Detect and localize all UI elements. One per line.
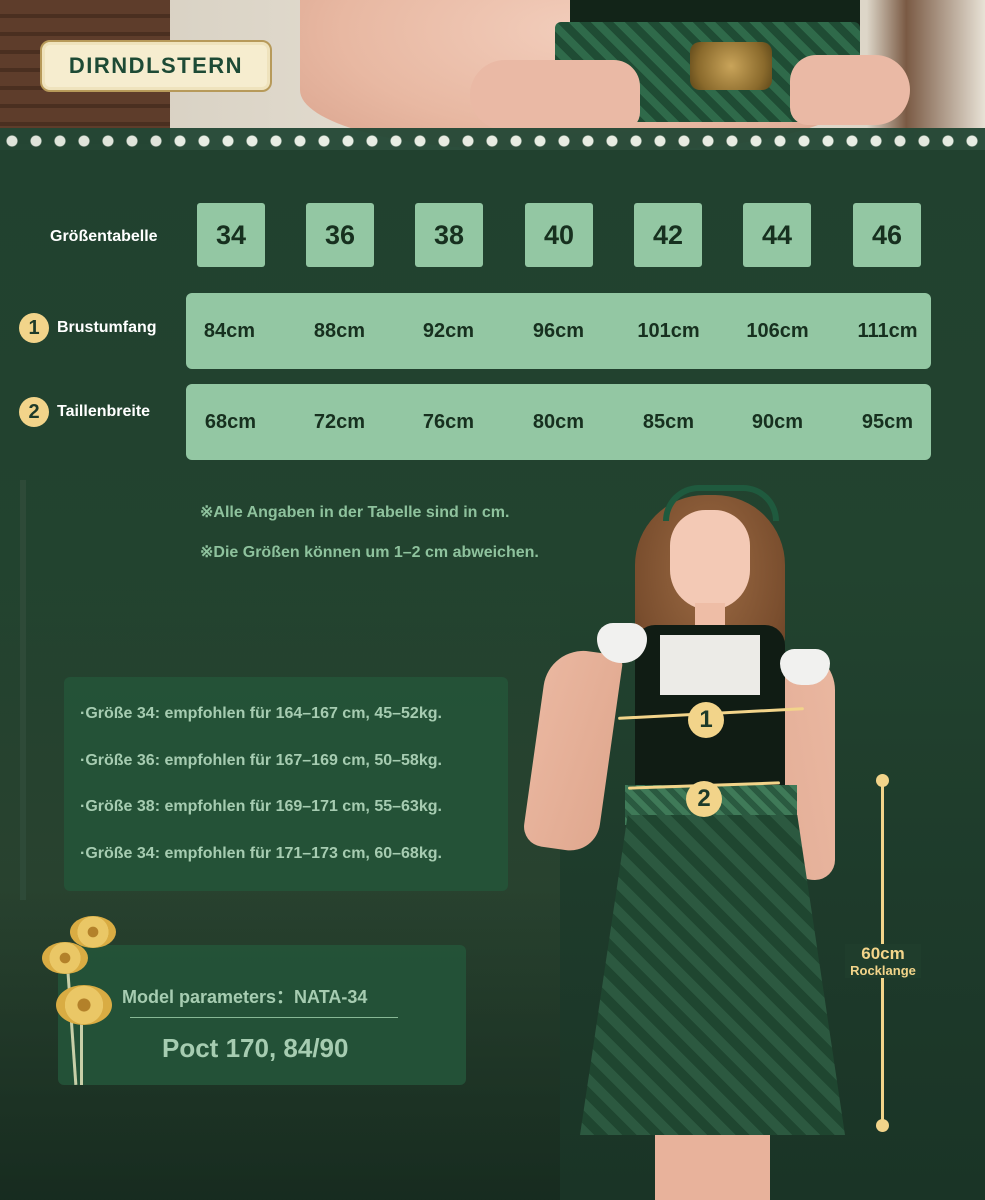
measurement-cell: 96cm — [532, 319, 585, 342]
model-figure — [521, 475, 865, 1200]
measurement-cell: 72cm — [313, 410, 366, 433]
figure-face — [670, 510, 750, 610]
figure-sleeve — [780, 649, 830, 685]
size-44: 44 — [743, 203, 811, 267]
size-recommendation-panel: ·Größe 34: empfohlen für 164–167 cm, 45–… — [64, 677, 508, 891]
figure-left-arm — [521, 645, 624, 855]
size-40: 40 — [525, 203, 593, 267]
measurement-cell: 95cm — [861, 410, 914, 433]
measurement-cell: 76cm — [422, 410, 475, 433]
measurement-cell: 68cm — [204, 410, 257, 433]
row-number-badge: 2 — [19, 397, 49, 427]
note-tolerance: ※Die Größen können um 1–2 cm abweichen. — [200, 544, 539, 561]
measurement-cell: 92cm — [422, 319, 475, 342]
measurement-cell: 88cm — [313, 319, 366, 342]
left-hand — [470, 60, 640, 130]
edelweiss-flower-icon — [70, 916, 116, 948]
measurement-cell: 101cm — [637, 319, 700, 342]
ornate-buckle — [690, 42, 772, 90]
row-label-brustumfang: 1 Brustumfang — [19, 313, 157, 343]
bust-marker-badge: 1 — [688, 702, 724, 738]
right-hand — [790, 55, 910, 125]
recommendation-line: ·Größe 34: empfohlen für 164–167 cm, 45–… — [80, 705, 442, 722]
recommendation-line: ·Größe 38: empfohlen für 169–171 cm, 55–… — [80, 798, 442, 815]
measurement-cell: 111cm — [857, 319, 918, 342]
ruler-cap-top — [876, 774, 889, 787]
measurement-row-taillenbreite: 68cm 72cm 76cm 80cm 85cm 90cm 95cm — [186, 384, 931, 460]
model-parameters-value: Poct 170, 84/90 — [162, 1033, 349, 1063]
size-38: 38 — [415, 203, 483, 267]
row-label-text: Taillenbreite — [57, 403, 151, 420]
measurement-row-brustumfang: 84cm 88cm 92cm 96cm 101cm 106cm 111cm — [186, 293, 931, 369]
brand-name: DIRNDLSTERN — [68, 53, 244, 78]
ruler-cap-bottom — [876, 1119, 889, 1132]
skirt-length-text: Rocklange — [850, 963, 916, 978]
brand-logo: DIRNDLSTERN — [40, 40, 272, 92]
figure-blouse — [660, 635, 760, 695]
figure-headband — [663, 485, 779, 521]
row-number-badge: 1 — [19, 313, 49, 343]
measurement-cell: 80cm — [532, 410, 585, 433]
measurement-cell: 84cm — [203, 319, 256, 342]
measurement-cell: 106cm — [746, 319, 809, 342]
size-46: 46 — [853, 203, 921, 267]
edelweiss-flower-icon — [56, 985, 112, 1025]
size-42: 42 — [634, 203, 702, 267]
measurement-cell: 85cm — [642, 410, 695, 433]
measurement-cell: 90cm — [751, 410, 804, 433]
recommendation-line: ·Größe 34: empfohlen für 171–173 cm, 60–… — [80, 845, 442, 862]
size-chart-page: DIRNDLSTERN Größentabelle 34 36 38 40 42… — [0, 0, 985, 1200]
skirt-length-value: 60cm — [861, 944, 905, 963]
recommendation-line: ·Größe 36: empfohlen für 167–169 cm, 50–… — [80, 752, 442, 769]
row-label-taillenbreite: 2 Taillenbreite — [19, 397, 150, 427]
divider — [130, 1017, 398, 1018]
maypole-silhouette — [20, 480, 26, 900]
figure-legs — [655, 1135, 770, 1200]
model-parameters-panel: Model parameters：NATA-34 Poct 170, 84/90 — [58, 945, 466, 1085]
size-34: 34 — [197, 203, 265, 267]
waist-marker-badge: 2 — [686, 781, 722, 817]
model-parameters-title: Model parameters：NATA-34 — [122, 987, 368, 1007]
size-table-label: Größentabelle — [50, 228, 158, 245]
size-36: 36 — [306, 203, 374, 267]
skirt-length-label: 60cm Rocklange — [845, 944, 921, 978]
note-units: ※Alle Angaben in der Tabelle sind in cm. — [200, 504, 510, 521]
edelweiss-flower-icon — [42, 942, 88, 974]
row-label-text: Brustumfang — [57, 319, 157, 336]
